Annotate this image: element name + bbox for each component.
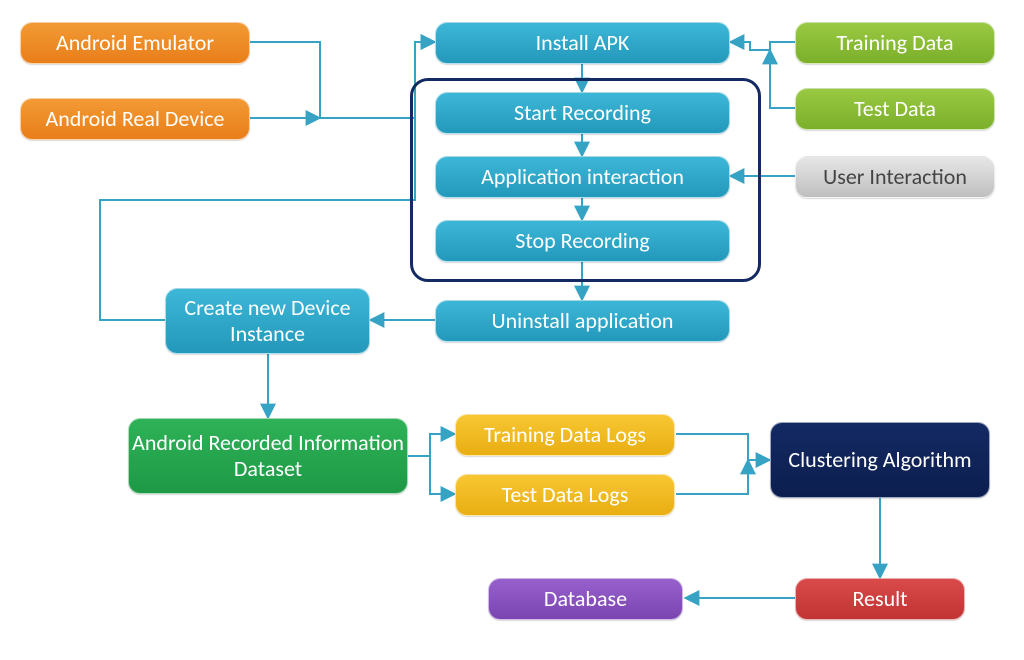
node-test-data: Test Data	[795, 88, 995, 130]
node-app-interaction: Application interaction	[435, 156, 730, 198]
node-start-recording: Start Recording	[435, 92, 730, 134]
node-android-real-device: Android Real Device	[20, 98, 250, 140]
node-training-logs: Training Data Logs	[455, 414, 675, 456]
node-create-new-device: Create new Device Instance	[165, 288, 370, 354]
node-user-interaction: User Interaction	[795, 156, 995, 198]
node-uninstall-app: Uninstall application	[435, 300, 730, 342]
node-stop-recording: Stop Recording	[435, 220, 730, 262]
node-result: Result	[795, 578, 965, 620]
node-database: Database	[488, 578, 683, 620]
node-install-apk: Install APK	[435, 22, 730, 64]
node-test-logs: Test Data Logs	[455, 474, 675, 516]
node-android-emulator: Android Emulator	[20, 22, 250, 64]
node-clustering: Clustering Algorithm	[770, 422, 990, 498]
node-training-data: Training Data	[795, 22, 995, 64]
node-recorded-dataset: Android Recorded Information Dataset	[128, 418, 408, 494]
